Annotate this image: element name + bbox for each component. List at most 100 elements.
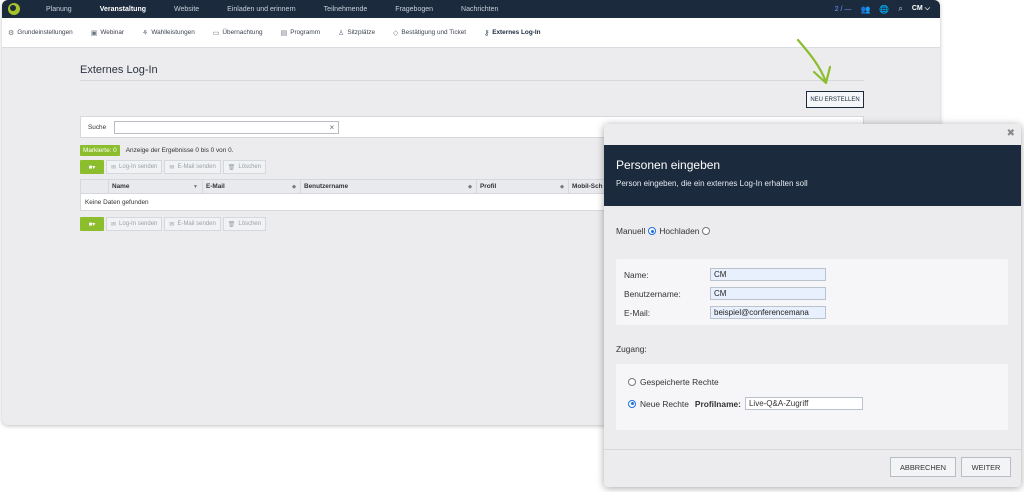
subnav-label: Programm	[290, 29, 321, 36]
send-login-button[interactable]: ✉ Log-In senden	[106, 217, 163, 231]
column-email[interactable]: E-Mail ◆	[203, 180, 301, 193]
sort-icon: ◆	[560, 183, 564, 190]
column-profile[interactable]: Profil ◆	[477, 180, 569, 193]
users-icon[interactable]: 👥	[860, 5, 870, 14]
next-button[interactable]: WEITER	[961, 457, 1011, 477]
cancel-button[interactable]: ABBRECHEN	[890, 457, 956, 477]
sort-icon: ▼	[193, 183, 198, 190]
subnav-label: Grundeinstellungen	[17, 29, 73, 36]
trash-icon: 🗑	[227, 221, 236, 228]
subnav-programm[interactable]: ▤ Programm	[281, 29, 320, 37]
person-form: Name: CM Benutzername: CM E-Mail: beispi…	[616, 259, 1008, 325]
notification-count[interactable]: 2 / —	[835, 6, 852, 13]
saved-rights-radio[interactable]	[628, 378, 636, 386]
new-rights-option[interactable]: Neue Rechte Profilname: Live-Q&A-Zugriff	[628, 397, 863, 410]
marked-count-badge: Markierte: 0	[80, 145, 120, 156]
subnav-label: Übernachtung	[222, 29, 263, 36]
mode-selector: Manuell Hochladen	[616, 226, 713, 236]
button-label: Löschen	[238, 221, 262, 227]
email-field[interactable]: beispiel@conferencemana	[710, 306, 826, 319]
video-icon: ▣	[90, 29, 98, 37]
send-login-button[interactable]: ✉ Log-In senden	[106, 160, 163, 174]
trash-icon: 🗑	[227, 164, 236, 171]
mode-upload-radio[interactable]	[702, 227, 711, 235]
subnav-grundeinstellungen[interactable]: ⚙ Grundeinstellungen	[8, 29, 73, 37]
username-label: Benutzername:	[624, 289, 681, 299]
profile-name-input[interactable]: Live-Q&A-Zugriff	[744, 397, 863, 410]
send-email-button[interactable]: ✉ E-Mail senden	[164, 217, 221, 231]
search-label: Suche	[88, 123, 107, 131]
close-icon[interactable]: ×	[329, 123, 334, 132]
mode-manual-label: Manuell	[616, 226, 646, 236]
button-label: Log-In senden	[119, 221, 158, 227]
subnav-label: Wahlleistungen	[151, 29, 195, 36]
button-label: Löschen	[238, 164, 262, 170]
subnav-label: Externes Log-In	[492, 29, 541, 36]
name-field[interactable]: CM	[710, 268, 826, 281]
app-logo-icon[interactable]	[8, 3, 20, 15]
column-label: E-Mail	[206, 183, 225, 190]
search-icon[interactable]: ⌕	[898, 4, 902, 14]
subnav-externes-login[interactable]: ⚷ Externes Log-In	[484, 29, 540, 37]
select-column-header[interactable]	[81, 180, 109, 193]
nav-nachrichten[interactable]: Nachrichten	[461, 6, 498, 13]
delete-button[interactable]: 🗑 Löschen	[222, 217, 267, 231]
profile-name-label: Profilname:	[694, 398, 741, 409]
subnav-webinar[interactable]: ▣ Webinar	[91, 29, 124, 37]
subnav-bestaetigung[interactable]: ◇ Bestätigung und Ticket	[393, 29, 466, 37]
modal-subtitle: Person eingeben, die ein externes Log-In…	[616, 179, 808, 188]
column-label: Profil	[480, 183, 497, 190]
saved-rights-option[interactable]: Gespeicherte Rechte	[628, 377, 719, 387]
mail-icon: ✉	[111, 164, 117, 171]
select-dropdown-button[interactable]: ■▾	[80, 217, 104, 231]
search-input[interactable]: ×	[114, 120, 340, 134]
button-label: E-Mail senden	[177, 164, 216, 170]
column-name[interactable]: Name ▼	[109, 180, 203, 193]
subnav-sitzplaetze[interactable]: ♙ Sitzplätze	[338, 29, 375, 37]
new-rights-label: Neue Rechte	[640, 398, 689, 409]
close-icon[interactable]: ✖	[1007, 128, 1015, 139]
subnav-wahlleistungen[interactable]: ⚘ Wahlleistungen	[142, 29, 195, 37]
mode-manual-radio[interactable]	[648, 227, 657, 235]
subnav-label: Bestätigung und Ticket	[401, 29, 467, 36]
nav-planung[interactable]: Planung	[46, 6, 72, 13]
action-row-bottom: ■▾ ✉ Log-In senden ✉ E-Mail senden 🗑 Lösche…	[80, 217, 267, 231]
select-dropdown-button[interactable]: ■▾	[80, 160, 104, 174]
nav-veranstaltung[interactable]: Veranstaltung	[100, 6, 146, 13]
action-row-top: ■▾ ✉ Log-In senden ✉ E-Mail senden 🗑 Lösche…	[80, 160, 267, 174]
username-field[interactable]: CM	[710, 287, 826, 300]
nav-teilnehmende[interactable]: Teilnehmende	[324, 6, 368, 13]
create-button[interactable]: NEU ERSTELLEN	[806, 91, 864, 108]
top-navigation: Planung Veranstaltung Website Einladen u…	[2, 0, 940, 18]
topbar-right: 2 / — 👥 🌐 ⌕ CM ⌵	[835, 4, 940, 14]
modal-footer-divider	[604, 449, 1021, 450]
tag-icon: ◇	[393, 29, 399, 37]
column-username[interactable]: Benutzername ◆	[301, 180, 477, 193]
sort-icon: ◆	[468, 183, 472, 190]
mode-upload-label: Hochladen	[659, 226, 700, 236]
title-divider	[80, 80, 864, 81]
subnav-label: Sitzplätze	[347, 29, 376, 36]
column-label: Mobil-Sch	[572, 183, 603, 190]
subnav-label: Webinar	[100, 29, 125, 36]
name-label: Name:	[624, 270, 649, 280]
email-label: E-Mail:	[624, 308, 651, 318]
globe-icon[interactable]: 🌐	[879, 5, 889, 14]
mail-icon: ✉	[111, 221, 117, 228]
nav-fragebogen[interactable]: Fragebogen	[395, 6, 433, 13]
gear-icon: ⚙	[8, 29, 15, 37]
subnav-uebernachtung[interactable]: ▭ Übernachtung	[213, 29, 263, 37]
new-rights-radio[interactable]	[628, 399, 636, 408]
modal-title: Personen eingeben	[616, 158, 721, 172]
user-menu[interactable]: CM ⌵	[912, 5, 930, 13]
person-modal: ✖ Personen eingeben Person eingeben, die…	[604, 124, 1021, 487]
delete-button[interactable]: 🗑 Löschen	[222, 160, 267, 174]
calendar-icon: ▤	[280, 29, 288, 37]
send-email-button[interactable]: ✉ E-Mail senden	[164, 160, 221, 174]
saved-rights-label: Gespeicherte Rechte	[640, 377, 719, 387]
column-label: Benutzername	[304, 183, 349, 190]
nav-einladen[interactable]: Einladen und erinnern	[227, 6, 296, 13]
nav-website[interactable]: Website	[174, 6, 199, 13]
key-icon: ⚷	[484, 29, 490, 37]
access-label: Zugang:	[616, 344, 647, 354]
